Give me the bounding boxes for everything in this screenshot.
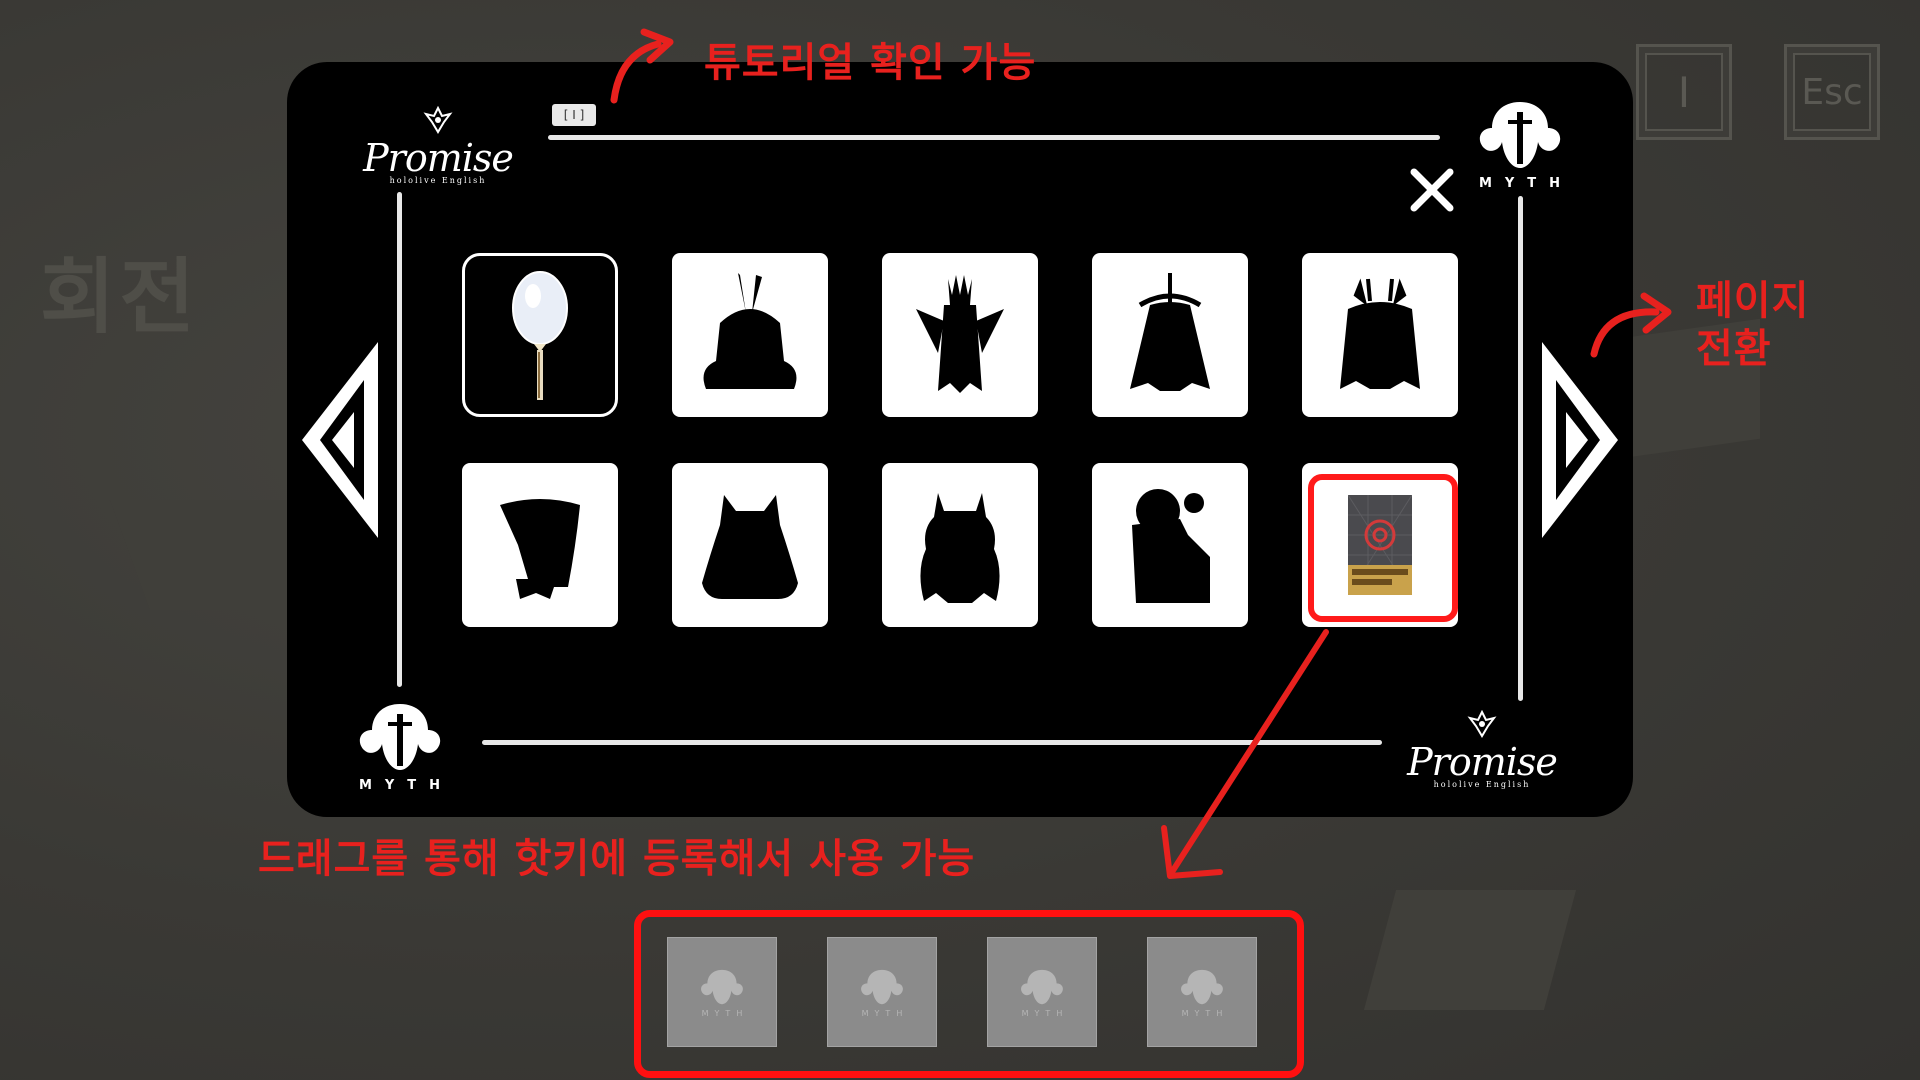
highlight-target-book	[1308, 474, 1458, 622]
crest-icon	[423, 105, 453, 134]
annotation-tutorial: 튜토리얼 확인 가능	[704, 40, 1037, 86]
hotkey-slot-label: MYTH	[1021, 1008, 1069, 1018]
hotkey-bar: MYTH MYTH MYTH MYTH	[634, 910, 1304, 1078]
escape-key-hint: Esc	[1784, 44, 1880, 140]
inventory-slot-balloon[interactable]	[462, 253, 618, 417]
promise-logo-word: Promise	[363, 136, 514, 180]
inventory-slot-silhouette-antlers[interactable]	[1302, 253, 1458, 417]
inventory-slot-silhouette-cat[interactable]	[672, 463, 828, 627]
locked-figure-icon	[702, 495, 798, 599]
scene-block	[1363, 890, 1577, 1010]
annotation-arrow-page	[1590, 292, 1672, 358]
inventory-slot-silhouette-horns[interactable]	[882, 463, 1038, 627]
locked-figure-icon	[1130, 273, 1210, 391]
locked-figure-icon	[920, 493, 1000, 603]
locked-figure-icon	[500, 499, 580, 599]
annotation-page-switch-2: 전환	[1696, 326, 1772, 372]
promise-logo-word: Promise	[1407, 740, 1558, 784]
inventory-slot-silhouette-halo[interactable]	[1092, 253, 1248, 417]
annotation-hotkey: 드래그를 통해 핫키에 등록해서 사용 가능	[258, 836, 976, 882]
inventory-slot-silhouette-hood[interactable]	[462, 463, 618, 627]
frame-line-right	[1518, 196, 1523, 701]
inventory-slot-silhouette-feather[interactable]	[672, 253, 828, 417]
myth-logo-word: MYTH	[1478, 176, 1574, 191]
myth-crest-icon	[1479, 102, 1561, 168]
locked-figure-icon	[916, 275, 1004, 393]
triangle-right-icon[interactable]	[1538, 340, 1622, 540]
myth-crest-icon	[701, 969, 743, 1004]
promise-logo-bottom-right: Promise hololive English	[1396, 709, 1568, 789]
promise-logo-top-left: Promise hololive English	[352, 105, 524, 185]
hotkey-slot-4[interactable]: MYTH	[1147, 937, 1257, 1047]
hotkey-slot-1[interactable]: MYTH	[667, 937, 777, 1047]
myth-crest-icon	[1021, 969, 1063, 1004]
hotkey-slot-2[interactable]: MYTH	[827, 937, 937, 1047]
inventory-slot-silhouette-house[interactable]	[1092, 463, 1248, 627]
inventory-slot-silhouette-crown[interactable]	[882, 253, 1038, 417]
myth-crest-icon	[1181, 969, 1223, 1004]
scene-title: 회전	[40, 250, 199, 345]
triangle-left-icon[interactable]	[298, 340, 382, 540]
annotation-arrow-tutorial	[610, 28, 674, 104]
frame-line-left	[397, 192, 402, 687]
hotkey-slot-3[interactable]: MYTH	[987, 937, 1097, 1047]
inventory-key-hint: I	[1636, 44, 1732, 140]
locked-figure-icon	[1132, 489, 1210, 603]
crest-icon	[1467, 709, 1497, 738]
myth-crest-icon	[861, 969, 903, 1004]
balloon-icon	[512, 271, 568, 400]
tutorial-key-badge[interactable]: [ I ]	[552, 104, 596, 126]
myth-logo-word: MYTH	[358, 778, 454, 793]
myth-logo-top-right: MYTH	[1460, 98, 1580, 191]
hotkey-slot-label: MYTH	[861, 1008, 909, 1018]
myth-logo-bottom-left: MYTH	[340, 700, 460, 793]
frame-line-top	[548, 135, 1440, 140]
myth-crest-icon	[359, 704, 441, 770]
locked-figure-icon	[1340, 278, 1420, 389]
close-icon[interactable]	[1408, 166, 1456, 214]
locked-figure-icon	[703, 273, 797, 389]
escape-key-label: Esc	[1801, 71, 1863, 113]
inventory-key-label: I	[1677, 67, 1691, 117]
hotkey-slot-label: MYTH	[701, 1008, 749, 1018]
hotkey-slot-label: MYTH	[1181, 1008, 1229, 1018]
annotation-arrow-hotkey	[1161, 629, 1329, 879]
